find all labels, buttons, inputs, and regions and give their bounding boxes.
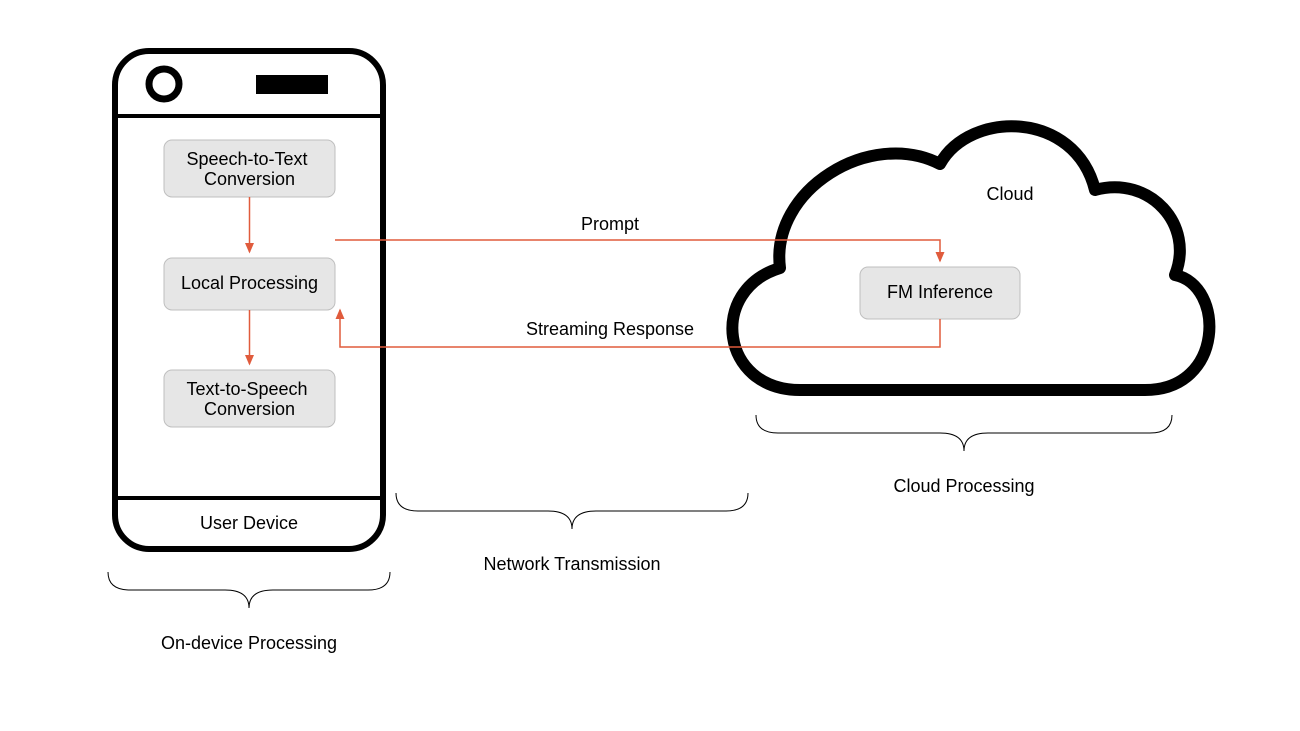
local-processing-box: Local Processing <box>164 258 335 310</box>
user-device-label: User Device <box>200 513 298 533</box>
brace-network: Network Transmission <box>396 493 748 574</box>
local-processing-label: Local Processing <box>181 273 318 293</box>
cloud-title: Cloud <box>986 184 1033 204</box>
cloud-shape: Cloud <box>732 126 1209 390</box>
speech-to-text-label: Speech-to-Text Conversion <box>186 149 312 189</box>
speech-to-text-box: Speech-to-Text Conversion <box>164 140 335 197</box>
text-to-speech-box: Text-to-Speech Conversion <box>164 370 335 427</box>
response-label: Streaming Response <box>526 319 694 339</box>
fm-inference-box: FM Inference <box>860 267 1020 319</box>
brace-cloud-label: Cloud Processing <box>893 476 1034 496</box>
brace-cloud: Cloud Processing <box>756 415 1172 496</box>
brace-network-label: Network Transmission <box>483 554 660 574</box>
phone-speaker-icon <box>256 75 328 94</box>
text-to-speech-label: Text-to-Speech Conversion <box>186 379 312 419</box>
phone-camera-icon <box>149 69 179 99</box>
fm-inference-label: FM Inference <box>887 282 993 302</box>
prompt-label: Prompt <box>581 214 639 234</box>
brace-device-label: On-device Processing <box>161 633 337 653</box>
brace-device: On-device Processing <box>108 572 390 653</box>
